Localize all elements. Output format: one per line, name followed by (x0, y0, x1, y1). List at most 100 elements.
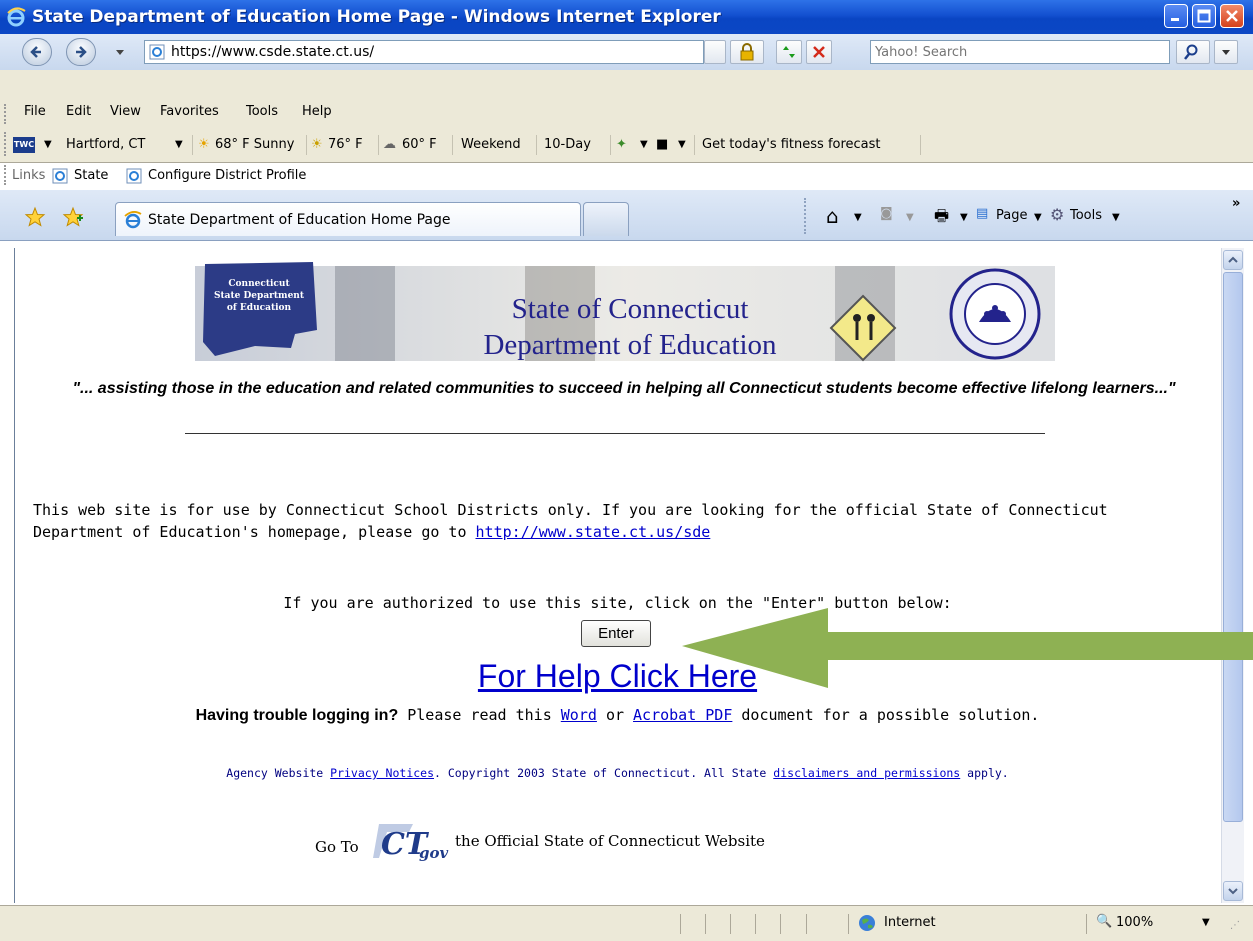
stop-icon (813, 46, 825, 58)
refresh-icon (783, 46, 795, 58)
search-button[interactable] (1176, 40, 1210, 64)
stop-button[interactable] (806, 40, 832, 64)
partly-sunny-icon: ☀ (311, 137, 323, 152)
favorites-star-icon[interactable] (24, 206, 46, 228)
map-dropdown-icon[interactable]: ▼ (640, 133, 648, 157)
header-banner: Connecticut State Department of Educatio… (195, 262, 1055, 362)
menu-tools[interactable]: Tools (246, 104, 278, 119)
menu-file[interactable]: File (24, 104, 46, 119)
print-icon[interactable]: 🖶 (934, 205, 949, 232)
page-dropdown-icon[interactable]: ▼ (1034, 212, 1042, 223)
refresh-button[interactable] (776, 40, 802, 64)
feeds-icon[interactable]: ◙ (880, 206, 893, 221)
acrobat-pdf-link[interactable]: Acrobat PDF (633, 706, 732, 724)
sde-homepage-link[interactable]: http://www.state.ct.us/sde (476, 523, 711, 541)
twc-dropdown-icon[interactable]: ▼ (44, 133, 52, 157)
footer-prefix: Agency Website (226, 766, 324, 780)
back-button[interactable] (22, 38, 52, 66)
minimize-button[interactable] (1164, 4, 1188, 28)
print-dropdown-icon[interactable]: ▼ (960, 212, 968, 223)
tab-state-department-of-education[interactable]: State Department of Education Home Page (115, 202, 581, 236)
title-bar: State Department of Education Home Page … (0, 0, 1253, 34)
banner-logo-text: Connecticut (228, 279, 290, 289)
address-dropdown-button[interactable] (704, 40, 726, 64)
menu-edit[interactable]: Edit (66, 104, 91, 119)
vertical-scrollbar[interactable] (1221, 248, 1244, 903)
disclaimers-link[interactable]: disclaimers and permissions (773, 766, 960, 780)
zoom-level[interactable]: 100% (1116, 915, 1153, 930)
address-field[interactable]: https://www.csde.state.ct.us/ (144, 40, 704, 64)
security-lock-button[interactable] (730, 40, 764, 64)
scroll-thumb[interactable] (1223, 272, 1243, 822)
word-document-link[interactable]: Word (561, 706, 597, 724)
ct-gov-logo[interactable]: CT gov (371, 818, 453, 868)
magnifier-icon (1184, 44, 1198, 60)
fitness-forecast-button[interactable]: Get today's fitness forecast (702, 133, 881, 157)
search-input[interactable] (875, 42, 1165, 63)
weather-current[interactable]: 68° F Sunny (215, 133, 294, 157)
ie-page-icon (149, 44, 165, 60)
location-dropdown-icon[interactable]: ▼ (175, 133, 183, 157)
weather-location[interactable]: Hartford, CT (66, 133, 145, 157)
tools-dropdown-icon[interactable]: ▼ (1112, 212, 1120, 223)
weather-weekend[interactable]: Weekend (461, 133, 521, 157)
ie-logo-icon (124, 211, 142, 229)
map-icon[interactable]: ✦ (616, 133, 627, 157)
svg-text:State Department: State Department (214, 291, 305, 301)
goto-suffix: the Official State of Connecticut Websit… (455, 832, 765, 850)
recent-pages-dropdown[interactable] (116, 50, 124, 55)
video-camera-icon[interactable]: ■ (656, 133, 668, 157)
footer-copyright: . Copyright 2003 State of Connecticut. A… (434, 766, 767, 780)
new-tab-button[interactable] (583, 202, 629, 236)
globe-icon (859, 915, 875, 931)
chevron-more-icon[interactable]: » (1232, 196, 1240, 211)
weather-low[interactable]: 60° F (402, 133, 437, 157)
close-button[interactable] (1220, 4, 1244, 28)
goto-prefix: Go To (315, 838, 359, 856)
home-dropdown-icon[interactable]: ▼ (854, 212, 862, 223)
privacy-notices-link[interactable]: Privacy Notices (330, 766, 434, 780)
footer: Agency Website Privacy Notices. Copyrigh… (15, 766, 1220, 780)
twc-logo[interactable]: TWC (13, 137, 35, 153)
home-icon[interactable]: ⌂ (826, 204, 839, 228)
tab-bar: State Department of Education Home Page (0, 190, 1253, 241)
weather-high[interactable]: 76° F (328, 133, 363, 157)
add-favorite-icon[interactable] (62, 206, 84, 228)
page-content: Connecticut State Department of Educatio… (14, 248, 1222, 903)
state-board-seal-icon (949, 268, 1041, 360)
scroll-up-button[interactable] (1223, 250, 1243, 270)
feeds-dropdown-icon[interactable]: ▼ (906, 212, 914, 223)
link-state[interactable]: State (74, 164, 108, 188)
scroll-down-button[interactable] (1223, 881, 1243, 901)
tools-menu[interactable]: Tools (1070, 208, 1102, 223)
resize-grip-icon[interactable]: ⋰ (1230, 920, 1240, 931)
search-box[interactable] (870, 40, 1170, 64)
forward-button[interactable] (66, 38, 96, 66)
page-icon: ▤ (976, 206, 989, 221)
zoom-dropdown-icon[interactable]: ▼ (1202, 917, 1210, 928)
search-options-button[interactable] (1214, 40, 1238, 64)
enter-button[interactable]: Enter (581, 620, 651, 647)
menu-favorites[interactable]: Favorites (160, 104, 219, 119)
url-text: https://www.csde.state.ct.us/ (171, 44, 375, 60)
tagline: "... assisting those in the education an… (72, 380, 1176, 397)
ie-page-icon (126, 168, 142, 184)
sun-icon: ☀ (198, 137, 210, 152)
menu-view[interactable]: View (110, 104, 141, 119)
link-configure-district-profile[interactable]: Configure District Profile (148, 164, 306, 188)
annotation-arrow (682, 608, 1253, 688)
login-trouble-line: Having trouble logging in? Please read t… (15, 706, 1220, 725)
close-icon (1226, 10, 1238, 22)
menu-help[interactable]: Help (302, 104, 332, 119)
video-dropdown-icon[interactable]: ▼ (678, 133, 686, 157)
trouble-heading: Having trouble logging in? (195, 707, 399, 724)
page-menu[interactable]: Page (996, 208, 1027, 223)
banner-title-line1: State of Connecticut (512, 293, 749, 325)
trouble-text: Please read this (407, 706, 552, 724)
ie-page-icon (52, 168, 68, 184)
chevron-up-icon (1228, 256, 1238, 263)
weather-10-day[interactable]: 10-Day (544, 133, 591, 157)
maximize-button[interactable] (1192, 4, 1216, 28)
maximize-icon (1197, 9, 1211, 23)
window-title: State Department of Education Home Page … (32, 7, 721, 27)
